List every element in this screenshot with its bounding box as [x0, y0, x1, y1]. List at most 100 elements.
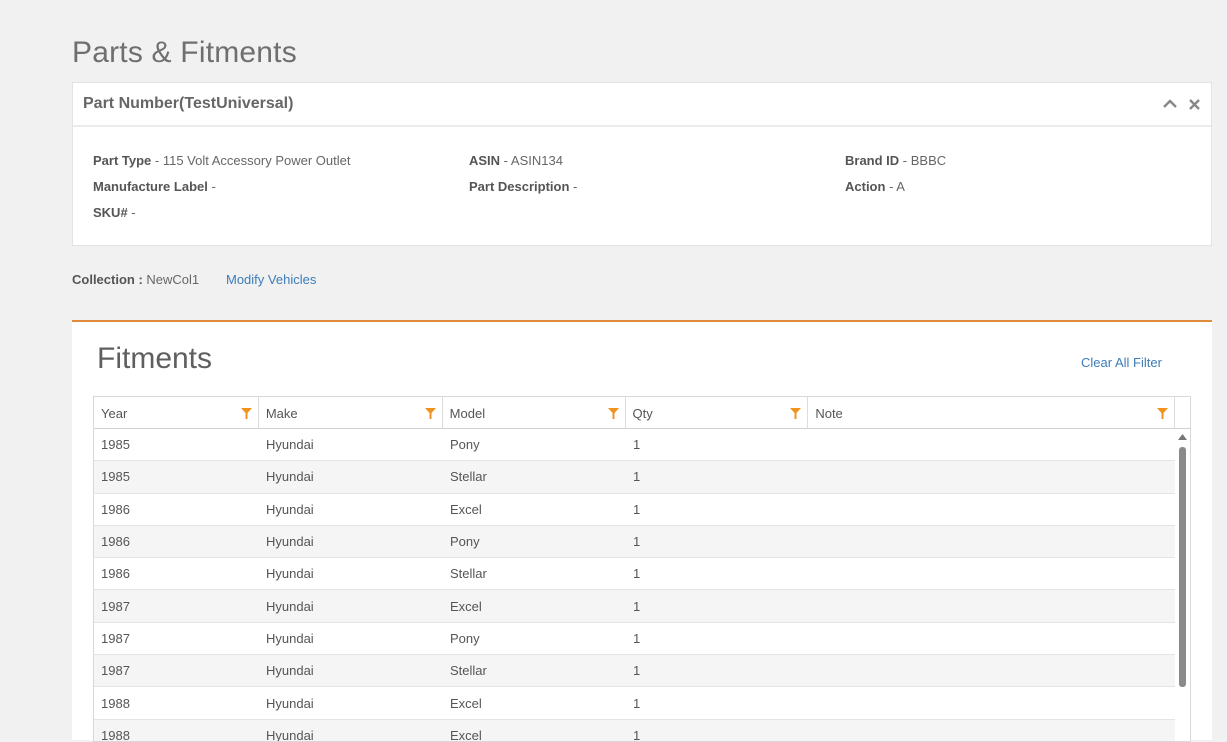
- column-header-model[interactable]: Model: [443, 397, 626, 429]
- field-label: Action: [845, 179, 886, 194]
- cell-year: 1985: [101, 437, 130, 453]
- filter-icon[interactable]: [240, 408, 252, 419]
- fitments-grid: Year Make Model Qty Note 1985 Hyundai Po…: [93, 396, 1191, 742]
- table-row[interactable]: 1986 Hyundai Stellar 1: [94, 558, 1176, 591]
- cell-qty: 1: [633, 695, 641, 711]
- cell-qty: 1: [633, 727, 641, 742]
- table-row[interactable]: 1987 Hyundai Pony 1: [94, 623, 1176, 656]
- cell-model: Excel: [450, 695, 482, 711]
- column-header-label: Year: [101, 405, 128, 421]
- table-row[interactable]: 1985 Hyundai Pony 1: [94, 429, 1176, 462]
- clear-all-filter-link[interactable]: Clear All Filter: [1081, 355, 1162, 370]
- cell-model: Stellar: [450, 469, 487, 485]
- cell-qty: 1: [633, 501, 641, 517]
- table-row[interactable]: 1986 Hyundai Excel 1: [94, 494, 1176, 526]
- cell-model: Stellar: [450, 663, 487, 679]
- field-brand-id: Brand ID - BBBC: [845, 153, 946, 168]
- cell-year: 1987: [101, 663, 130, 679]
- field-part-type: Part Type - 115 Volt Accessory Power Out…: [93, 153, 350, 168]
- cell-make: Hyundai: [266, 663, 314, 679]
- table-row[interactable]: 1987 Hyundai Stellar 1: [94, 655, 1176, 688]
- cell-make: Hyundai: [266, 695, 314, 711]
- grid-scrollbar[interactable]: [1175, 430, 1190, 741]
- field-label: SKU#: [93, 205, 128, 220]
- filter-icon[interactable]: [790, 408, 802, 419]
- collection-value: NewCol1: [142, 272, 200, 287]
- grid-body: 1985 Hyundai Pony 1 1985 Hyundai Stellar…: [94, 429, 1190, 742]
- close-icon[interactable]: [1187, 97, 1201, 111]
- table-row[interactable]: 1988 Hyundai Excel 1: [94, 687, 1176, 720]
- cell-qty: 1: [633, 598, 641, 614]
- column-header-label: Qty: [632, 405, 653, 421]
- part-card-header: Part Number(TestUniversal): [73, 83, 1211, 127]
- cell-make: Hyundai: [266, 727, 314, 742]
- column-header-label: Make: [265, 405, 298, 421]
- cell-model: Pony: [450, 437, 480, 453]
- cell-model: Pony: [450, 630, 480, 646]
- cell-model: Excel: [450, 727, 482, 742]
- field-label: Brand ID: [845, 153, 900, 168]
- cell-make: Hyundai: [266, 501, 314, 517]
- part-card-tools: [1163, 97, 1201, 111]
- collection-info: Collection : NewCol1: [72, 272, 199, 287]
- page-title: Parts & Fitments: [72, 36, 297, 69]
- field-part-description: Part Description -: [469, 179, 577, 194]
- field-asin: ASIN - ASIN134: [469, 153, 563, 168]
- scroll-thumb[interactable]: [1179, 447, 1186, 687]
- cell-year: 1988: [101, 727, 130, 742]
- table-row[interactable]: 1985 Hyundai Stellar 1: [94, 461, 1176, 494]
- cell-year: 1986: [101, 501, 130, 517]
- field-value: - BBBC: [899, 153, 947, 168]
- field-value: -: [207, 179, 216, 194]
- column-header-label: Note: [815, 405, 843, 421]
- cell-year: 1987: [101, 598, 130, 614]
- column-header-qty[interactable]: Qty: [626, 397, 809, 429]
- part-card-title: Part Number(TestUniversal): [83, 95, 294, 112]
- cell-make: Hyundai: [266, 598, 314, 614]
- cell-qty: 1: [633, 663, 641, 679]
- cell-qty: 1: [633, 437, 641, 453]
- column-header-note[interactable]: Note: [808, 397, 1175, 429]
- cell-model: Stellar: [450, 566, 487, 582]
- cell-make: Hyundai: [266, 534, 314, 550]
- field-value: - A: [885, 179, 905, 194]
- modify-vehicles-link[interactable]: Modify Vehicles: [226, 272, 316, 287]
- column-header-label: Model: [449, 405, 486, 421]
- filter-icon[interactable]: [607, 408, 619, 419]
- table-row[interactable]: 1988 Hyundai Excel 1: [94, 719, 1176, 742]
- cell-year: 1986: [101, 534, 130, 550]
- field-label: Part Description: [469, 179, 570, 194]
- cell-make: Hyundai: [266, 566, 314, 582]
- grid-header: Year Make Model Qty Note: [94, 397, 1190, 429]
- header-scroll-spacer: [1175, 397, 1190, 428]
- cell-year: 1988: [101, 695, 130, 711]
- filter-icon[interactable]: [1156, 408, 1168, 419]
- field-label: Part Type: [93, 153, 152, 168]
- field-value: - 115 Volt Accessory Power Outlet: [151, 153, 351, 168]
- cell-qty: 1: [633, 469, 641, 485]
- field-action: Action - A: [845, 179, 905, 194]
- fitments-title: Fitments: [97, 342, 213, 375]
- cell-qty: 1: [633, 534, 641, 550]
- column-header-make[interactable]: Make: [259, 397, 443, 429]
- column-header-year[interactable]: Year: [94, 397, 259, 429]
- field-manufacture-label: Manufacture Label -: [93, 179, 216, 194]
- cell-qty: 1: [633, 566, 641, 582]
- scroll-up-arrow-icon[interactable]: [1178, 434, 1187, 440]
- cell-year: 1987: [101, 630, 130, 646]
- field-label: ASIN: [469, 153, 501, 168]
- cell-make: Hyundai: [266, 630, 314, 646]
- cell-year: 1985: [101, 469, 130, 485]
- cell-model: Excel: [450, 598, 482, 614]
- part-card: Part Number(TestUniversal) Part Type - 1…: [72, 82, 1212, 246]
- fitments-panel: Fitments Clear All Filter Year Make Mode…: [72, 320, 1212, 742]
- field-sku: SKU# -: [93, 205, 136, 220]
- collapse-chevron-up-icon[interactable]: [1163, 97, 1177, 111]
- table-row[interactable]: 1986 Hyundai Pony 1: [94, 525, 1176, 559]
- table-row[interactable]: 1987 Hyundai Excel 1: [94, 590, 1176, 623]
- filter-icon[interactable]: [424, 408, 436, 419]
- field-value: - ASIN134: [500, 153, 563, 168]
- collection-label: Collection :: [72, 272, 143, 287]
- cell-make: Hyundai: [266, 437, 314, 453]
- cell-qty: 1: [633, 630, 641, 646]
